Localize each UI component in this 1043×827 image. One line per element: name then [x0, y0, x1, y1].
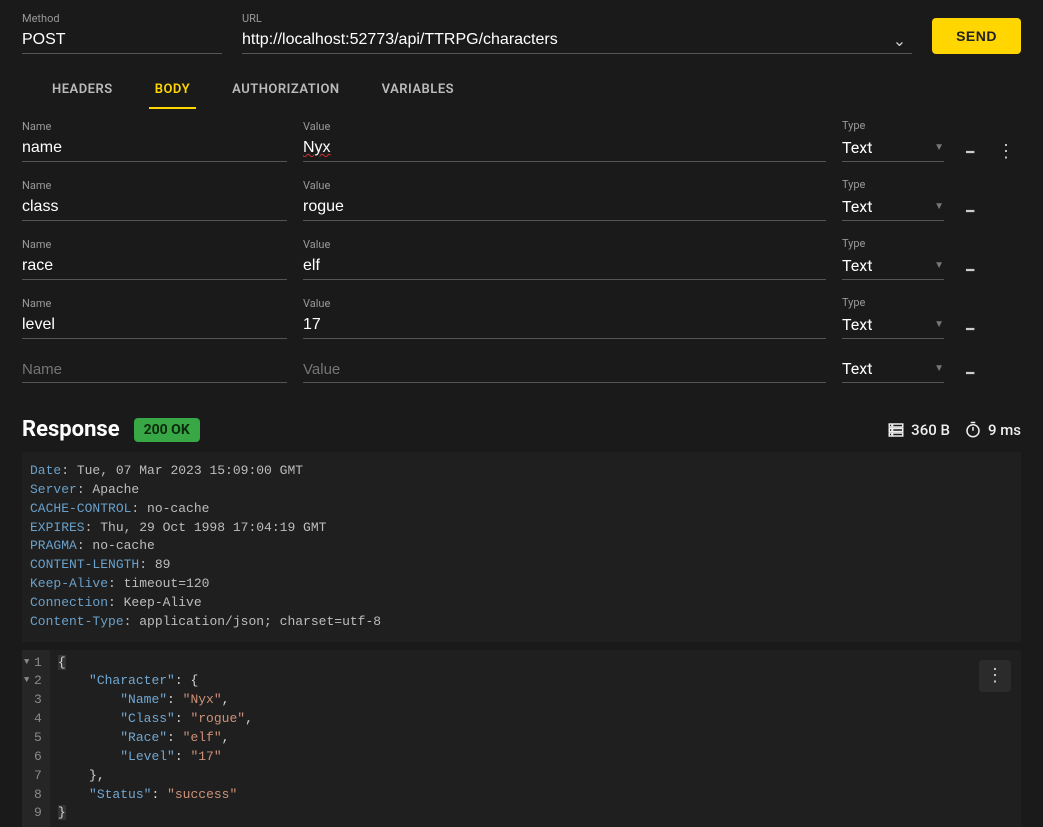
type-label: Type: [842, 237, 944, 250]
param-name-input[interactable]: [22, 135, 287, 162]
request-bar: Method URL ⌄ SEND: [0, 0, 1043, 54]
name-label: Name: [22, 297, 287, 310]
more-vert-icon[interactable]: ⋮: [996, 141, 1016, 162]
param-type-select[interactable]: Text▼: [842, 134, 944, 162]
value-label: Value: [303, 238, 826, 251]
status-badge: 200 OK: [134, 418, 200, 442]
code-line: "Name": "Nyx",: [58, 691, 1013, 710]
param-type-select[interactable]: Text▼: [842, 311, 944, 339]
param-row-new: NameValueTypeText▼−: [22, 355, 1021, 383]
response-header-line: PRAGMA: no-cache: [30, 537, 1013, 556]
response-bar: Response 200 OK 360 B 9 ms: [0, 399, 1043, 452]
param-name-input[interactable]: [22, 194, 287, 221]
send-button[interactable]: SEND: [932, 18, 1021, 54]
remove-icon[interactable]: −: [960, 142, 980, 162]
tab-variables[interactable]: VARIABLES: [376, 72, 460, 109]
response-header-line: Content-Type: application/json; charset=…: [30, 613, 1013, 632]
response-header-line: EXPIRES: Thu, 29 Oct 1998 17:04:19 GMT: [30, 519, 1013, 538]
response-header-line: Date: Tue, 07 Mar 2023 15:09:00 GMT: [30, 462, 1013, 481]
method-label: Method: [22, 12, 222, 25]
name-label: Name: [22, 179, 287, 192]
fold-icon[interactable]: ▼: [24, 674, 29, 687]
param-name-input[interactable]: [22, 357, 287, 383]
tab-authorization[interactable]: AUTHORIZATION: [226, 72, 346, 109]
param-name-input[interactable]: [22, 253, 287, 280]
code-line: "Race": "elf",: [58, 729, 1013, 748]
remove-icon[interactable]: −: [960, 260, 980, 280]
line-gutter: 1▼2▼3456789: [22, 650, 50, 827]
code-line: "Status": "success": [58, 786, 1013, 805]
code-line: }: [58, 804, 1013, 823]
param-row: Name Value Type Text▼−: [22, 296, 1021, 339]
dropdown-arrow-icon: ▼: [934, 142, 944, 153]
code-line: "Level": "17": [58, 748, 1013, 767]
code-line: "Class": "rogue",: [58, 710, 1013, 729]
response-headers: Date: Tue, 07 Mar 2023 15:09:00 GMTServe…: [22, 452, 1021, 642]
dropdown-arrow-icon: ▼: [934, 319, 944, 330]
dropdown-arrow-icon: ▼: [934, 363, 944, 374]
param-value-input[interactable]: [303, 312, 826, 339]
type-label: Type: [842, 119, 944, 132]
type-label: Type: [842, 296, 944, 309]
response-time: 9 ms: [964, 421, 1021, 439]
value-label: Value: [303, 179, 826, 192]
timer-icon: [964, 421, 982, 439]
body-params: NameValueTypeText▼−⋮NameValueTypeText▼−N…: [0, 109, 1043, 383]
response-header-line: Server: Apache: [30, 481, 1013, 500]
url-label: URL: [242, 12, 912, 25]
response-header-line: CONTENT-LENGTH: 89: [30, 556, 1013, 575]
param-value-input[interactable]: [303, 194, 826, 221]
param-name-input[interactable]: [22, 312, 287, 339]
response-size: 360 B: [887, 421, 950, 439]
param-value-input[interactable]: [303, 357, 826, 383]
url-input[interactable]: [242, 27, 887, 53]
param-type-select[interactable]: Text▼: [842, 193, 944, 221]
name-label: Name: [22, 238, 287, 251]
param-value-input[interactable]: [303, 135, 826, 162]
response-title: Response: [22, 417, 120, 442]
code-line: },: [58, 767, 1013, 786]
value-label: Value: [303, 297, 826, 310]
remove-icon[interactable]: −: [960, 201, 980, 221]
response-header-line: Connection: Keep-Alive: [30, 594, 1013, 613]
param-row: Name Value Type Text▼−: [22, 237, 1021, 280]
param-row: Name Value Type Text▼−: [22, 178, 1021, 221]
response-body: 1▼2▼3456789 { "Character": { "Name": "Ny…: [22, 650, 1021, 827]
method-field: Method: [22, 12, 222, 54]
storage-icon: [887, 421, 905, 439]
name-label: Name: [22, 120, 287, 133]
dropdown-arrow-icon: ▼: [934, 260, 944, 271]
url-field: URL ⌄: [242, 12, 912, 54]
code-line: {: [58, 654, 1013, 673]
response-header-line: Keep-Alive: timeout=120: [30, 575, 1013, 594]
remove-icon[interactable]: −: [960, 363, 980, 383]
param-type-select[interactable]: Text▼: [842, 252, 944, 280]
dropdown-arrow-icon: ▼: [934, 201, 944, 212]
value-label: Value: [303, 120, 826, 133]
response-code[interactable]: { "Character": { "Name": "Nyx", "Class":…: [50, 650, 1021, 827]
param-row: Name Value Type Text▼−⋮: [22, 119, 1021, 162]
request-tabs: HEADERS BODY AUTHORIZATION VARIABLES: [0, 54, 1043, 109]
param-value-input[interactable]: [303, 253, 826, 280]
chevron-down-icon[interactable]: ⌄: [887, 31, 912, 50]
code-line: "Character": {: [58, 672, 1013, 691]
more-vert-icon[interactable]: ⋮: [979, 660, 1011, 692]
tab-body[interactable]: BODY: [149, 72, 196, 109]
type-label: Type: [842, 178, 944, 191]
remove-icon[interactable]: −: [960, 319, 980, 339]
fold-icon[interactable]: ▼: [24, 656, 29, 669]
param-type-select[interactable]: Text▼: [842, 355, 944, 383]
response-header-line: CACHE-CONTROL: no-cache: [30, 500, 1013, 519]
method-input[interactable]: [22, 27, 222, 54]
tab-headers[interactable]: HEADERS: [46, 72, 119, 109]
